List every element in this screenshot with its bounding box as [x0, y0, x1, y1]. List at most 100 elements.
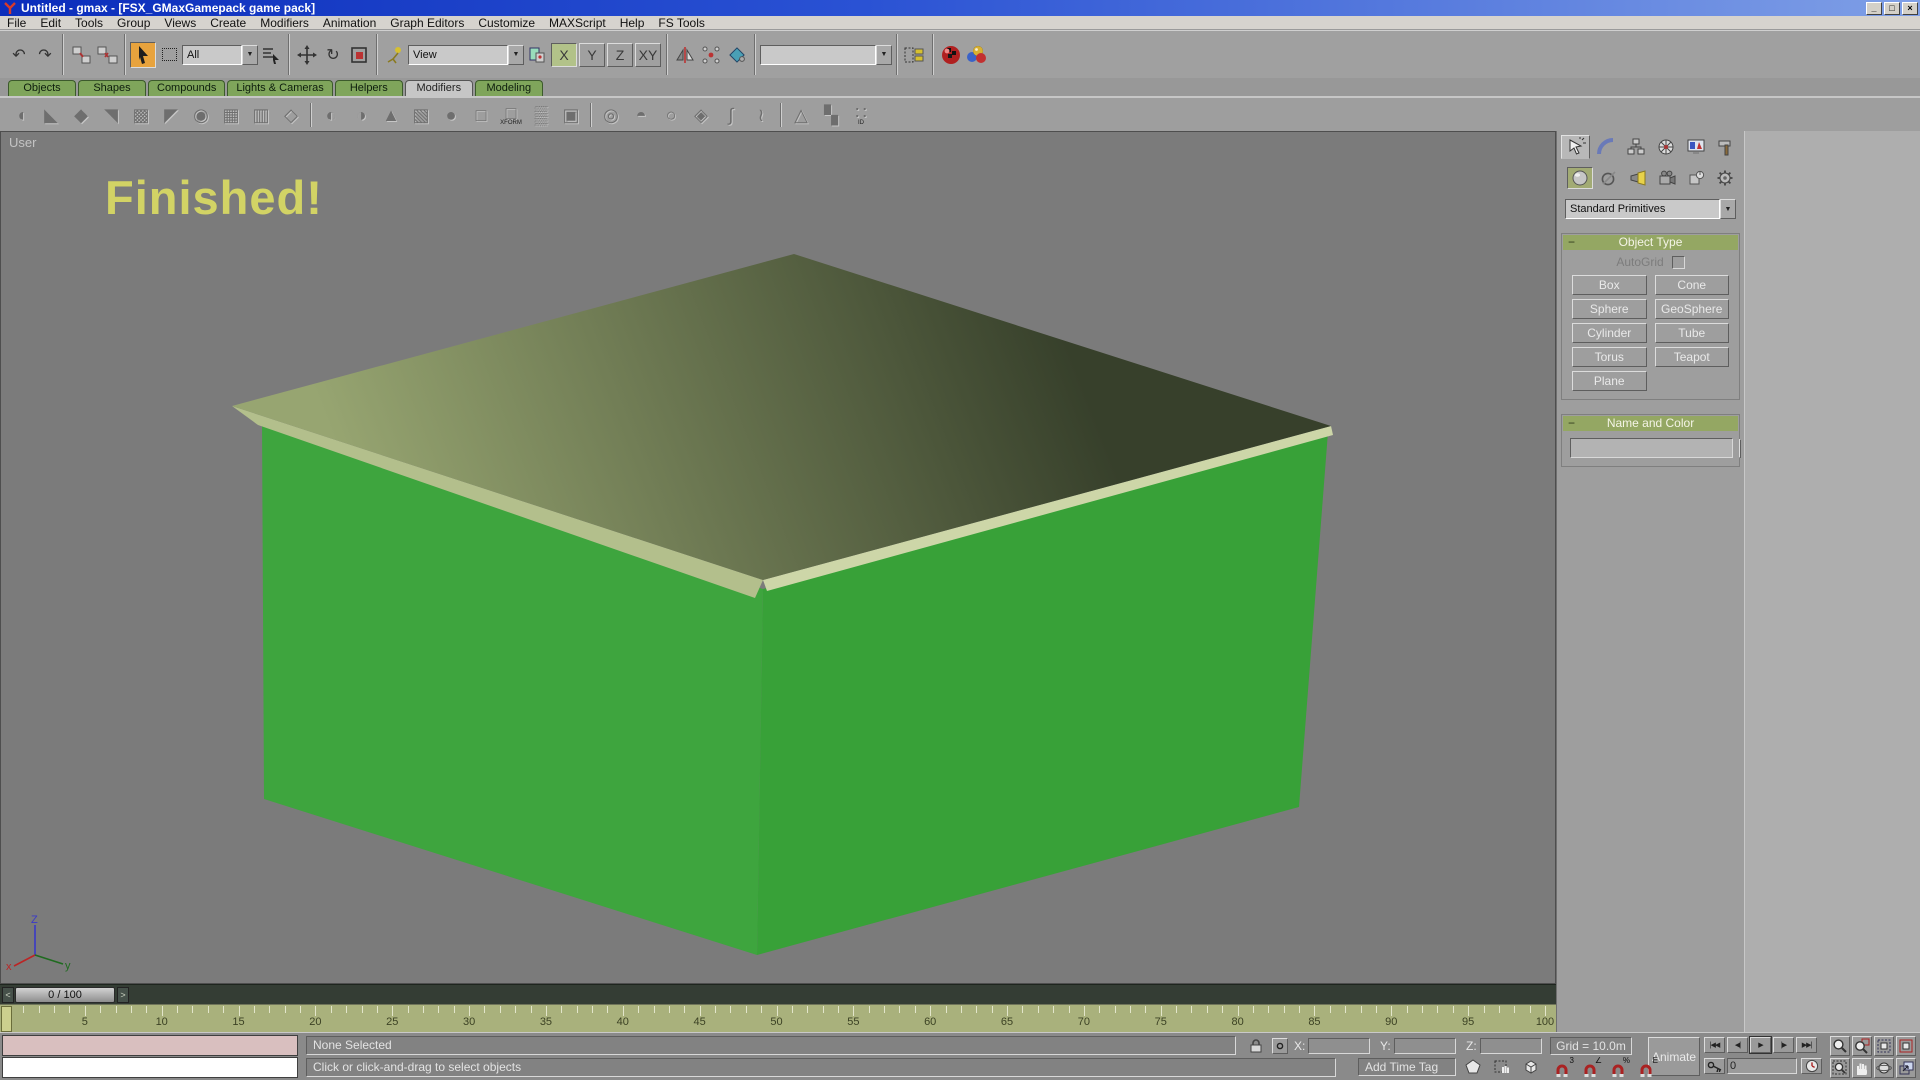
modifier-icon-dot-sphere[interactable]: ○ — [656, 101, 686, 129]
maxscript-listener-pink[interactable] — [2, 1035, 298, 1056]
autogrid-checkbox[interactable] — [1672, 256, 1685, 269]
tab-modify[interactable] — [1591, 135, 1620, 159]
modifier-icon-skew[interactable]: ◥ — [96, 101, 126, 129]
modifier-icon-explode[interactable]: ▲ — [376, 101, 406, 129]
region-zoom-button[interactable] — [1830, 1058, 1850, 1078]
tab-objects[interactable]: Objects — [8, 80, 76, 96]
modifier-icon-relax[interactable]: ▥ — [246, 101, 276, 129]
scale-icon[interactable] — [346, 42, 372, 68]
align-icon[interactable] — [724, 42, 750, 68]
menu-help[interactable]: Help — [613, 16, 652, 30]
menu-views[interactable]: Views — [157, 16, 203, 30]
render-icon[interactable] — [938, 42, 964, 68]
modifier-icon-spline-edit[interactable]: ≀ — [746, 101, 776, 129]
chevron-down-icon[interactable]: ▼ — [1720, 199, 1736, 219]
maxscript-listener-input[interactable] — [2, 1057, 298, 1078]
select-object-button[interactable] — [130, 42, 156, 68]
modifier-icon-chamfer[interactable]: ◐ — [316, 101, 346, 129]
modifier-icon-twist[interactable]: ◆ — [66, 101, 96, 129]
percent-snap-icon[interactable]: % — [1606, 1058, 1630, 1078]
time-slider-track[interactable]: < 0 / 100 > — [0, 984, 1556, 1004]
previous-frame-button[interactable]: ◀| — [1727, 1037, 1748, 1053]
mirror-icon[interactable] — [672, 42, 698, 68]
menu-edit[interactable]: Edit — [33, 16, 68, 30]
min-max-toggle-button[interactable] — [1896, 1058, 1916, 1078]
modifier-icon-elbow[interactable]: ◑ — [346, 101, 376, 129]
time-configuration-button[interactable] — [1801, 1058, 1822, 1074]
tab-motion[interactable] — [1651, 135, 1680, 159]
category-helpers[interactable] — [1683, 167, 1709, 189]
category-lights[interactable] — [1625, 167, 1651, 189]
angle-snap-icon[interactable]: ∠ — [1578, 1058, 1602, 1078]
zoom-extents-button[interactable] — [1874, 1036, 1894, 1056]
maximize-button[interactable]: □ — [1884, 2, 1900, 15]
hand-dotted-box-icon[interactable] — [1494, 1059, 1512, 1075]
object-type-header[interactable]: −Object Type — [1563, 235, 1738, 250]
modifier-icon-spherify[interactable]: ● — [436, 101, 466, 129]
tab-lights-cameras[interactable]: Lights & Cameras — [227, 80, 332, 96]
modifier-icon-push[interactable]: ▦ — [216, 101, 246, 129]
snap-toggle-icon[interactable]: 3 — [1550, 1058, 1574, 1078]
tab-modeling[interactable]: Modeling — [475, 80, 543, 96]
modifier-icon-material-id[interactable]: ∷ID — [846, 101, 876, 129]
category-shapes[interactable] — [1596, 167, 1622, 189]
z-coordinate-field[interactable] — [1480, 1038, 1542, 1054]
unlink-icon[interactable] — [94, 42, 120, 68]
house-model[interactable] — [1, 132, 1556, 984]
object-type-button-teapot[interactable]: Teapot — [1655, 347, 1730, 367]
axis-x-button[interactable]: X — [551, 43, 577, 67]
tab-hierarchy[interactable] — [1621, 135, 1650, 159]
modifier-icon-barrel[interactable]: □ — [466, 101, 496, 129]
menu-file[interactable]: File — [0, 16, 33, 30]
zoom-extents-all-button[interactable] — [1896, 1036, 1916, 1056]
play-button[interactable]: ▶ — [1750, 1037, 1771, 1053]
object-type-button-sphere[interactable]: Sphere — [1572, 299, 1647, 319]
zoom-button[interactable] — [1830, 1036, 1850, 1056]
axis-xy-button[interactable]: XY — [635, 43, 661, 67]
go-to-start-button[interactable]: |◀◀ — [1704, 1037, 1725, 1053]
object-color-swatch[interactable] — [1739, 439, 1741, 458]
menu-graph-editors[interactable]: Graph Editors — [383, 16, 471, 30]
object-type-button-cone[interactable]: Cone — [1655, 275, 1730, 295]
modifier-icon-cage[interactable]: ▣ — [556, 101, 586, 129]
axis-z-button[interactable]: Z — [607, 43, 633, 67]
tab-display[interactable] — [1681, 135, 1710, 159]
manipulate-icon[interactable] — [382, 42, 408, 68]
tab-shapes[interactable]: Shapes — [78, 80, 146, 96]
chevron-down-icon[interactable]: ▼ — [876, 45, 892, 65]
object-type-button-torus[interactable]: Torus — [1572, 347, 1647, 367]
modifier-icon-noise[interactable]: ▩ — [126, 101, 156, 129]
next-frame-button[interactable]: |▶ — [1773, 1037, 1794, 1053]
category-cameras[interactable] — [1654, 167, 1680, 189]
select-and-link-icon[interactable] — [68, 42, 94, 68]
next-frame-arrow[interactable]: > — [117, 987, 129, 1003]
time-slider-button[interactable]: 0 / 100 — [15, 987, 115, 1003]
modifier-icon-squeeze[interactable]: ◉ — [186, 101, 216, 129]
named-selection-dropdown[interactable]: ▼ — [760, 45, 892, 65]
redo-icon[interactable]: ↷ — [32, 42, 58, 68]
category-systems[interactable] — [1712, 167, 1738, 189]
menu-maxscript[interactable]: MAXScript — [542, 16, 613, 30]
undo-icon[interactable]: ↶ — [6, 42, 32, 68]
set-key-button[interactable] — [1704, 1058, 1725, 1074]
chevron-down-icon[interactable]: ▼ — [242, 45, 258, 65]
coordinate-system-dropdown[interactable]: View ▼ — [408, 45, 524, 65]
viewport-user[interactable]: User Finished! Z x y — [0, 131, 1556, 984]
y-coordinate-field[interactable] — [1394, 1038, 1456, 1054]
modifier-icon-transform[interactable]: ◇ — [276, 101, 306, 129]
select-by-name-icon[interactable] — [258, 42, 284, 68]
modifier-icon-globe-dotted[interactable]: ◓ — [626, 101, 656, 129]
go-to-end-button[interactable]: ▶▶| — [1796, 1037, 1817, 1053]
selection-lock-icon[interactable] — [1248, 1038, 1264, 1054]
object-type-button-plane[interactable]: Plane — [1572, 371, 1647, 391]
menu-tools[interactable]: Tools — [68, 16, 110, 30]
polygon-icon[interactable] — [1464, 1059, 1482, 1075]
array-icon[interactable] — [698, 42, 724, 68]
object-type-button-cylinder[interactable]: Cylinder — [1572, 323, 1647, 343]
close-button[interactable]: × — [1902, 2, 1918, 15]
tab-modifiers[interactable]: Modifiers — [405, 80, 473, 96]
modifier-icon-xform[interactable]: □XFORM — [496, 101, 526, 129]
modifier-icon-stretch[interactable]: ◤ — [156, 101, 186, 129]
menu-group[interactable]: Group — [110, 16, 157, 30]
axis-y-button[interactable]: Y — [579, 43, 605, 67]
